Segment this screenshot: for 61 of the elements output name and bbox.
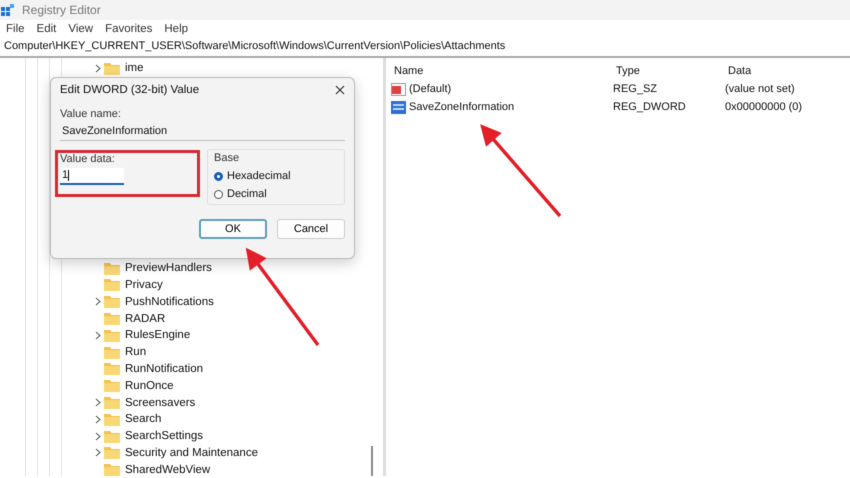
dialog-button[interactable]: Cancel bbox=[277, 219, 345, 239]
window-title: Registry Editor bbox=[22, 3, 101, 17]
column-header[interactable]: Type bbox=[616, 65, 728, 77]
tree-item[interactable]: Security and Maintenance bbox=[125, 446, 258, 459]
tree-item[interactable]: Screensavers bbox=[125, 396, 196, 409]
menu-item[interactable]: Edit bbox=[36, 22, 56, 34]
chevron-icon[interactable] bbox=[95, 297, 101, 306]
tree-item[interactable]: SearchSettings bbox=[125, 430, 203, 442]
tree-item[interactable]: Run bbox=[125, 346, 146, 358]
menu-item[interactable]: File bbox=[6, 22, 25, 34]
value-type: REG_SZ bbox=[613, 83, 658, 95]
radio-option[interactable]: Hexadecimal bbox=[214, 167, 338, 185]
scrollbar[interactable] bbox=[371, 446, 373, 476]
menu-item[interactable]: Help bbox=[164, 22, 188, 34]
folder-icon bbox=[104, 312, 120, 326]
tree-item[interactable]: PreviewHandlers bbox=[125, 262, 212, 274]
dialog-title: Edit DWORD (32-bit) Value bbox=[60, 84, 200, 96]
folder-icon bbox=[104, 430, 120, 443]
tree-item[interactable]: RADAR bbox=[125, 312, 166, 325]
tree-item[interactable]: RunNotification bbox=[125, 362, 203, 375]
value-type: REG_DWORD bbox=[613, 101, 687, 113]
value-name[interactable]: SaveZoneInformation bbox=[409, 101, 514, 113]
value-name[interactable]: (Default) bbox=[409, 83, 452, 95]
tree-item[interactable]: RulesEngine bbox=[125, 329, 190, 342]
folder-icon bbox=[104, 446, 120, 460]
menu-item[interactable]: View bbox=[68, 22, 94, 34]
folder-icon bbox=[104, 412, 120, 426]
folder-icon bbox=[104, 278, 120, 292]
string-value-icon bbox=[391, 82, 406, 96]
tree-item[interactable]: SharedWebView bbox=[125, 464, 210, 476]
tree-item[interactable]: Privacy bbox=[125, 278, 163, 291]
tree-item[interactable]: Search bbox=[125, 413, 162, 426]
field-label: Value name: bbox=[60, 108, 122, 120]
registry-icon bbox=[1, 4, 14, 16]
folder-icon bbox=[104, 463, 120, 476]
folder-icon bbox=[104, 362, 120, 376]
folder-icon bbox=[104, 295, 120, 308]
value-data: 0x00000000 (0) bbox=[725, 101, 802, 113]
binary-value-icon bbox=[391, 100, 406, 114]
close-icon[interactable] bbox=[335, 85, 345, 95]
folder-icon bbox=[104, 62, 120, 75]
group-label: Base bbox=[214, 152, 240, 164]
value-data: (value not set) bbox=[725, 83, 795, 95]
tree-item[interactable]: RunOnce bbox=[125, 380, 174, 392]
chevron-icon[interactable] bbox=[95, 330, 101, 340]
value-name-field[interactable]: SaveZoneInformation bbox=[60, 123, 345, 141]
radio-option[interactable]: Decimal bbox=[214, 185, 338, 203]
field-label: Value data: bbox=[60, 153, 116, 165]
folder-icon bbox=[104, 262, 120, 275]
chevron-icon[interactable] bbox=[95, 64, 101, 73]
dialog-button[interactable]: OK bbox=[199, 219, 267, 239]
folder-icon bbox=[104, 346, 120, 359]
folder-icon bbox=[104, 379, 120, 392]
value-data-field[interactable]: 1 bbox=[60, 168, 124, 185]
folder-icon bbox=[104, 328, 120, 342]
folder-icon bbox=[104, 396, 120, 410]
menu-item[interactable]: Favorites bbox=[105, 22, 152, 34]
tree-item[interactable]: ime bbox=[125, 62, 144, 74]
tree-item[interactable]: PushNotifications bbox=[125, 296, 214, 308]
column-header[interactable]: Data bbox=[728, 65, 752, 77]
column-header[interactable]: Name bbox=[394, 65, 616, 77]
